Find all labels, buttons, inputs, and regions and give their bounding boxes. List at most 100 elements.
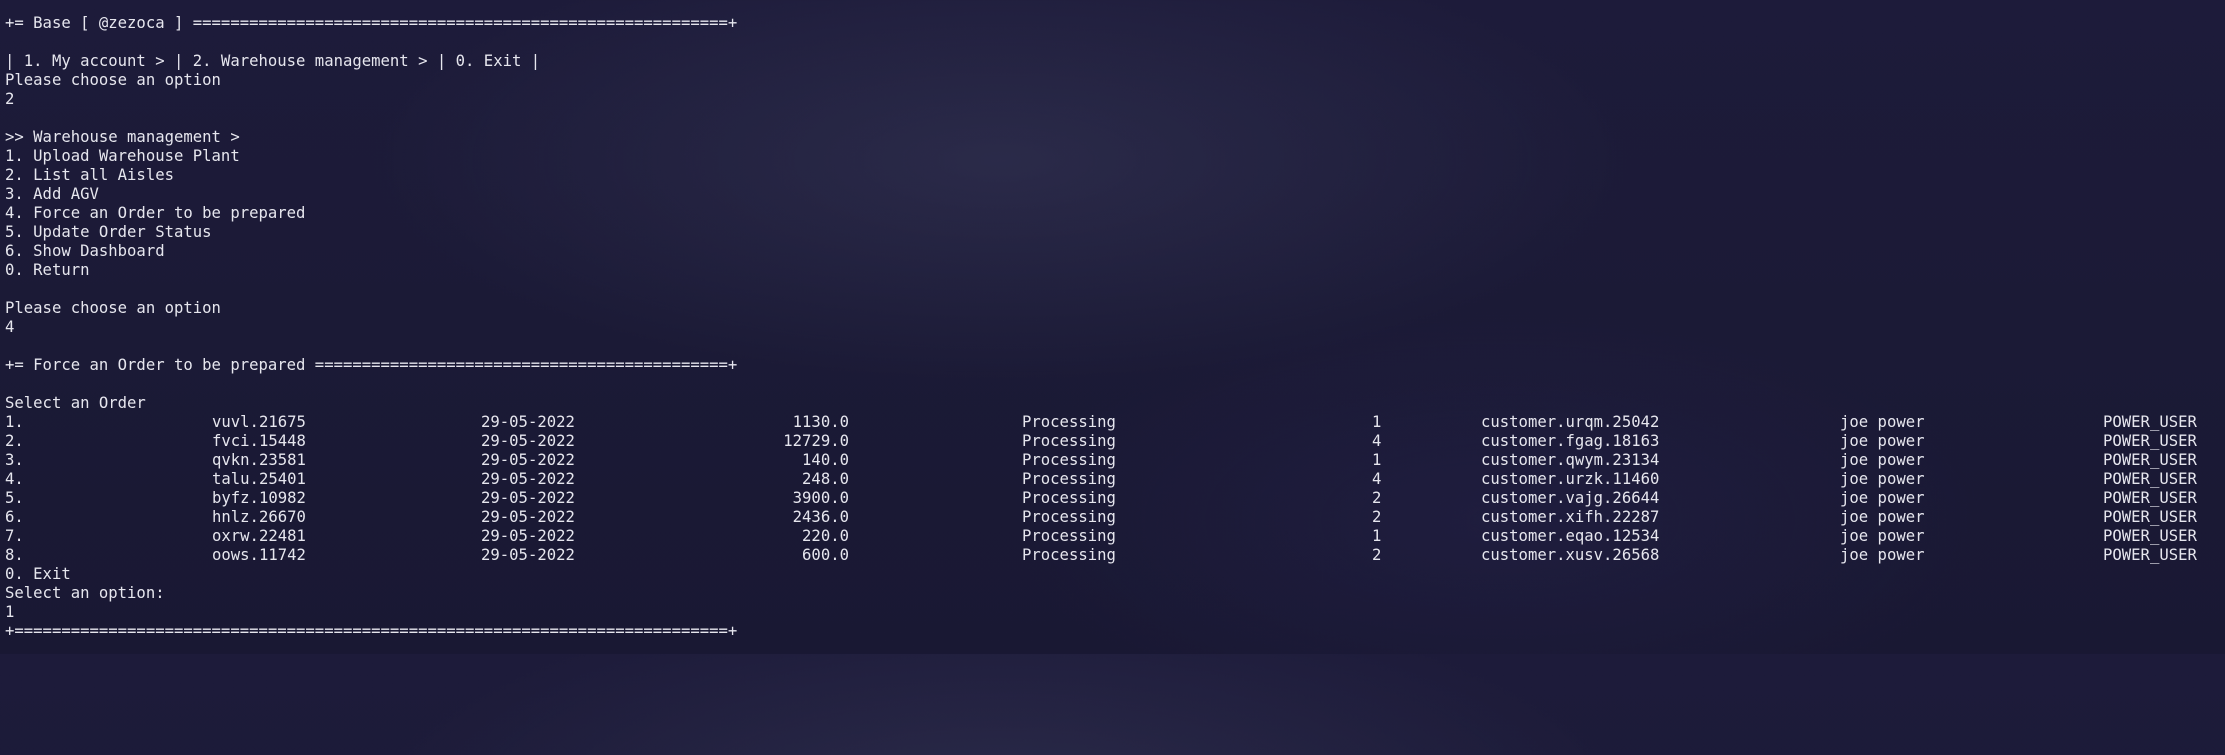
order-customer: customer.urzk.11460 (1481, 470, 1660, 488)
order-date: 29-05-2022 (481, 546, 575, 564)
order-quantity: 2 (1372, 489, 1382, 507)
order-date: 29-05-2022 (481, 489, 575, 507)
order-user-name: joe power (1840, 451, 1925, 469)
order-user-name: joe power (1840, 413, 1925, 431)
order-index: 8. (5, 546, 24, 564)
table-row: 6. hnlz.26670 29-05-2022 2436.0 Processi… (5, 508, 2220, 527)
table-row: 1. vuvl.21675 29-05-2022 1130.0 Processi… (5, 413, 2220, 432)
order-status: Processing (1022, 432, 1116, 450)
table-row: 8. oows.11742 29-05-2022 600.0 Processin… (5, 546, 2220, 565)
order-user-name: joe power (1840, 432, 1925, 450)
menu-option-show-dashboard: 6. Show Dashboard (5, 242, 165, 260)
order-code: fvci.15448 (212, 432, 306, 450)
table-row: 7. oxrw.22481 29-05-2022 220.0 Processin… (5, 527, 2220, 546)
order-total: 140.0 (802, 451, 849, 469)
menu-option-return: 0. Return (5, 261, 90, 279)
order-customer: customer.fgag.18163 (1481, 432, 1660, 450)
order-total: 248.0 (802, 470, 849, 488)
order-user-role: POWER_USER (2103, 489, 2197, 507)
order-date: 29-05-2022 (481, 527, 575, 545)
warehouse-menu-title: >> Warehouse management > (5, 128, 240, 146)
order-quantity: 2 (1372, 508, 1382, 526)
order-index: 6. (5, 508, 24, 526)
order-status: Processing (1022, 508, 1116, 526)
terminal-window: += Base [ @zezoca ] ====================… (5, 14, 2220, 641)
order-index: 4. (5, 470, 24, 488)
order-user-role: POWER_USER (2103, 432, 2197, 450)
table-row: 2. fvci.15448 29-05-2022 12729.0 Process… (5, 432, 2220, 451)
user-input: 2 (5, 90, 15, 108)
choose-option-prompt: Please choose an option (5, 299, 221, 317)
order-status: Processing (1022, 413, 1116, 431)
table-row: 5. byfz.10982 29-05-2022 3900.0 Processi… (5, 489, 2220, 508)
order-user-role: POWER_USER (2103, 470, 2197, 488)
order-index: 1. (5, 413, 24, 431)
order-user-role: POWER_USER (2103, 527, 2197, 545)
order-total: 1130.0 (792, 413, 849, 431)
order-index: 3. (5, 451, 24, 469)
choose-option-prompt: Please choose an option (5, 71, 221, 89)
order-status: Processing (1022, 470, 1116, 488)
order-index: 7. (5, 527, 24, 545)
exit-option: 0. Exit (5, 565, 71, 583)
menu-option-update-status: 5. Update Order Status (5, 223, 212, 241)
order-quantity: 4 (1372, 432, 1382, 450)
order-total: 3900.0 (792, 489, 849, 507)
order-total: 220.0 (802, 527, 849, 545)
order-quantity: 4 (1372, 470, 1382, 488)
base-banner: += Base [ @zezoca ] ====================… (5, 14, 738, 32)
order-code: vuvl.21675 (212, 413, 306, 431)
order-total: 2436.0 (792, 508, 849, 526)
menu-option-list-aisles: 2. List all Aisles (5, 166, 174, 184)
order-customer: customer.qwym.23134 (1481, 451, 1660, 469)
order-status: Processing (1022, 546, 1116, 564)
menu-option-upload-plant: 1. Upload Warehouse Plant (5, 147, 240, 165)
order-user-name: joe power (1840, 489, 1925, 507)
menu-option-add-agv: 3. Add AGV (5, 185, 99, 203)
order-date: 29-05-2022 (481, 451, 575, 469)
user-input: 4 (5, 318, 15, 336)
order-index: 2. (5, 432, 24, 450)
order-customer: customer.urqm.25042 (1481, 413, 1660, 431)
table-row: 4. talu.25401 29-05-2022 248.0 Processin… (5, 470, 2220, 489)
order-customer: customer.eqao.12534 (1481, 527, 1660, 545)
main-nav-bar: | 1. My account > | 2. Warehouse managem… (5, 52, 541, 70)
force-order-banner: += Force an Order to be prepared =======… (5, 356, 738, 374)
order-quantity: 1 (1372, 413, 1382, 431)
order-code: talu.25401 (212, 470, 306, 488)
select-order-label: Select an Order (5, 394, 146, 412)
order-quantity: 1 (1372, 527, 1382, 545)
order-user-name: joe power (1840, 470, 1925, 488)
order-user-name: joe power (1840, 546, 1925, 564)
table-row: 3. qvkn.23581 29-05-2022 140.0 Processin… (5, 451, 2220, 470)
order-quantity: 2 (1372, 546, 1382, 564)
order-user-name: joe power (1840, 527, 1925, 545)
order-total: 12729.0 (783, 432, 849, 450)
order-customer: customer.xifh.22287 (1481, 508, 1660, 526)
order-date: 29-05-2022 (481, 413, 575, 431)
order-status: Processing (1022, 451, 1116, 469)
footer-banner: +=======================================… (5, 622, 738, 640)
order-date: 29-05-2022 (481, 508, 575, 526)
order-code: byfz.10982 (212, 489, 306, 507)
order-code: qvkn.23581 (212, 451, 306, 469)
order-user-role: POWER_USER (2103, 508, 2197, 526)
order-code: hnlz.26670 (212, 508, 306, 526)
order-date: 29-05-2022 (481, 432, 575, 450)
order-user-role: POWER_USER (2103, 546, 2197, 564)
select-option-prompt: Select an option: (5, 584, 165, 602)
order-date: 29-05-2022 (481, 470, 575, 488)
order-customer: customer.vajg.26644 (1481, 489, 1660, 507)
order-user-role: POWER_USER (2103, 451, 2197, 469)
order-status: Processing (1022, 527, 1116, 545)
order-code: oxrw.22481 (212, 527, 306, 545)
order-index: 5. (5, 489, 24, 507)
user-input: 1 (5, 603, 15, 621)
order-user-name: joe power (1840, 508, 1925, 526)
order-status: Processing (1022, 489, 1116, 507)
